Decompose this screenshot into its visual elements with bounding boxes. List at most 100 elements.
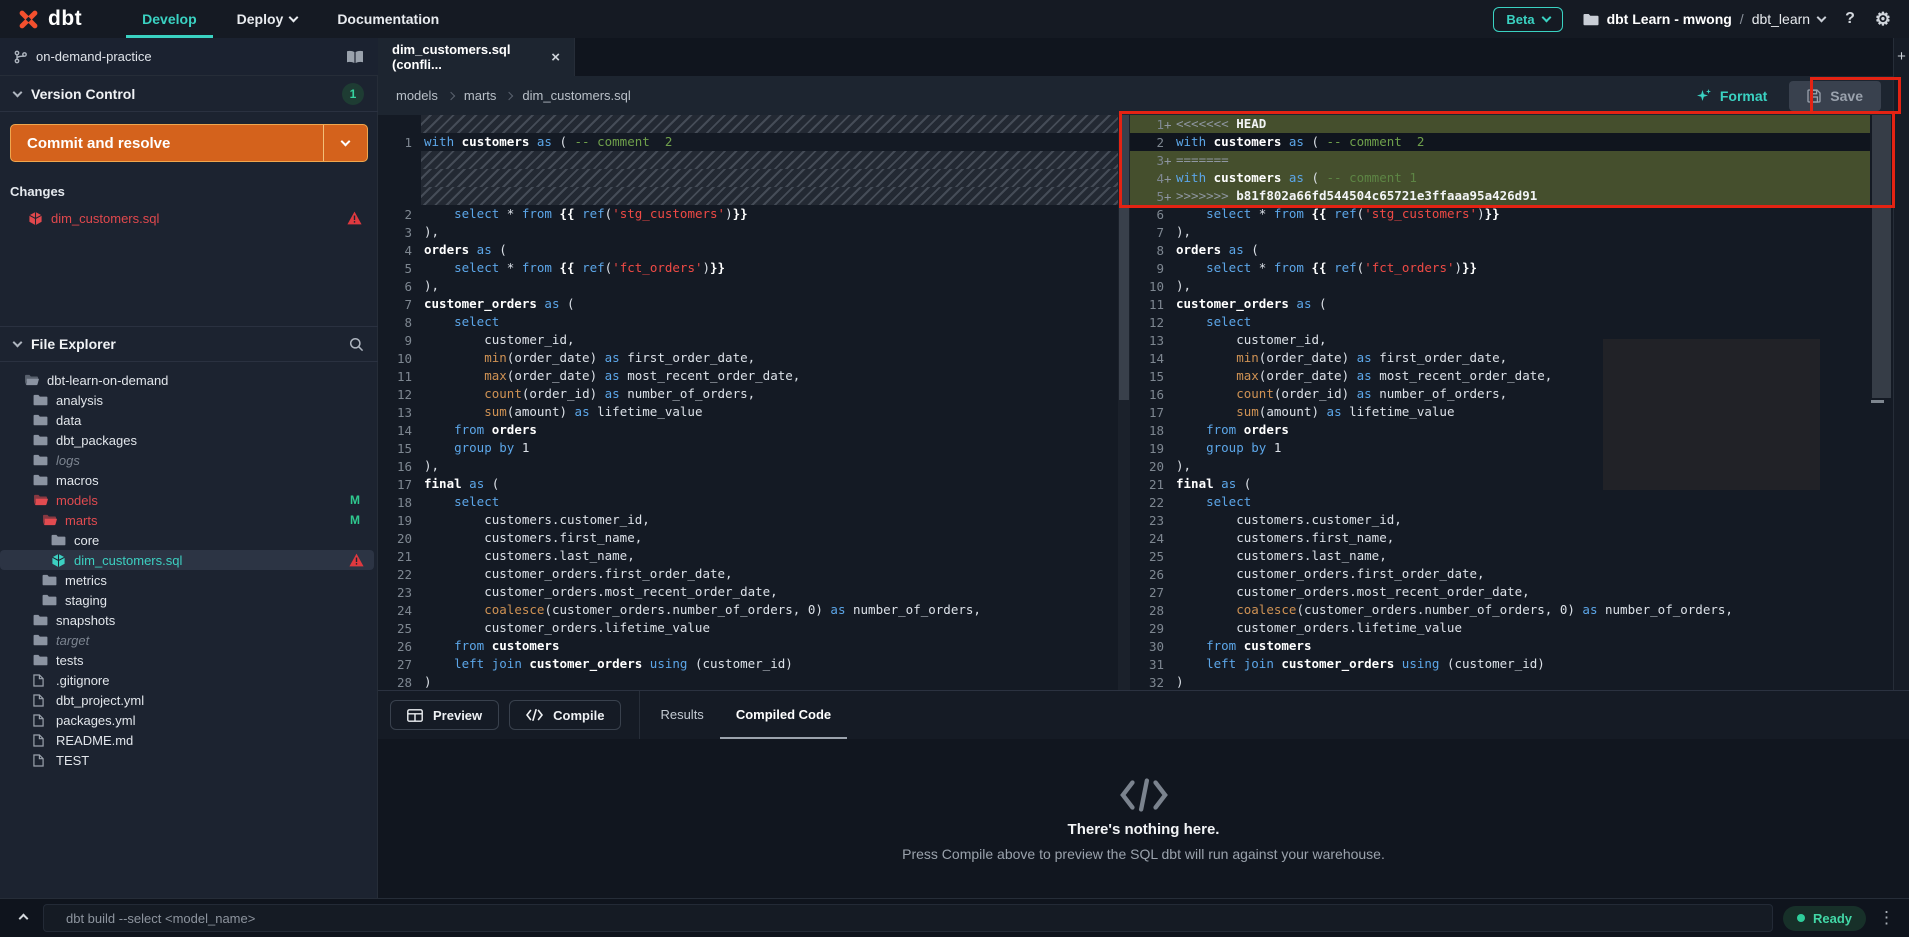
beta-selector[interactable]: Beta (1493, 7, 1562, 32)
code-line[interactable]: 28 coalesce(customer_orders.number_of_or… (1130, 601, 1893, 619)
tree-item-dbt-packages[interactable]: dbt_packages (0, 430, 378, 450)
compile-button[interactable]: Compile (509, 700, 621, 730)
tree-item-metrics[interactable]: metrics (0, 570, 378, 590)
code-line[interactable]: 14 from orders (378, 421, 1118, 439)
code-line[interactable]: 25 customers.last_name, (1130, 547, 1893, 565)
code-line[interactable]: 7customer_orders as ( (378, 295, 1118, 313)
code-line[interactable]: 12 count(order_id) as number_of_orders, (378, 385, 1118, 403)
code-line[interactable]: 3+======= (1130, 151, 1893, 169)
code-line[interactable]: 31 left join customer_orders using (cust… (1130, 655, 1893, 673)
code-line[interactable]: 15 group by 1 (378, 439, 1118, 457)
tree-item-models[interactable]: modelsM (0, 490, 378, 510)
file-explorer-header[interactable]: File Explorer (0, 326, 378, 362)
save-button[interactable]: Save (1789, 81, 1881, 111)
preview-button[interactable]: Preview (390, 700, 499, 730)
nav-item-deploy[interactable]: Deploy (221, 0, 314, 38)
tree-item-data[interactable]: data (0, 410, 378, 430)
code-line[interactable]: 8orders as ( (1130, 241, 1893, 259)
code-line[interactable]: 28) (378, 673, 1118, 690)
tree-item--gitignore[interactable]: .gitignore (0, 670, 378, 690)
code-line[interactable]: 27 left join customer_orders using (cust… (378, 655, 1118, 673)
breadcrumb-item[interactable]: dim_customers.sql (522, 88, 630, 103)
command-input[interactable] (43, 904, 1773, 932)
pane-scrollbar-left[interactable] (1118, 115, 1130, 690)
search-icon[interactable] (349, 337, 364, 352)
code-line[interactable]: 11customer_orders as ( (1130, 295, 1893, 313)
new-tab-plus-icon[interactable]: + (1894, 48, 1909, 65)
tree-item-core[interactable]: core (0, 530, 378, 550)
version-control-header[interactable]: Version Control 1 (0, 76, 378, 112)
tree-item-tests[interactable]: tests (0, 650, 378, 670)
code-line[interactable]: 23 customers.customer_id, (1130, 511, 1893, 529)
code-line[interactable]: 16), (378, 457, 1118, 475)
tree-item-dbt-project-yml[interactable]: dbt_project.yml (0, 690, 378, 710)
code-line[interactable]: 21 customers.last_name, (378, 547, 1118, 565)
code-line[interactable]: 1with customers as ( -- comment 2 (378, 133, 1118, 151)
breadcrumb-item[interactable]: marts (464, 88, 497, 103)
code-line[interactable]: 22 customer_orders.first_order_date, (378, 565, 1118, 583)
code-line[interactable]: 11 max(order_date) as most_recent_order_… (378, 367, 1118, 385)
pane-scrollbar-right[interactable] (1870, 115, 1893, 690)
code-line[interactable]: 7), (1130, 223, 1893, 241)
code-line[interactable]: 27 customer_orders.most_recent_order_dat… (1130, 583, 1893, 601)
code-line[interactable]: 2 select * from {{ ref('stg_customers')}… (378, 205, 1118, 223)
code-line[interactable]: 2with customers as ( -- comment 2 (1130, 133, 1893, 151)
format-button[interactable]: Format (1696, 88, 1767, 104)
code-line[interactable]: 8 select (378, 313, 1118, 331)
tree-item-readme-md[interactable]: README.md (0, 730, 378, 750)
editor-pane-current[interactable]: 1with customers as ( -- comment 2 2 selec… (378, 115, 1118, 690)
code-line[interactable]: 19 customers.customer_id, (378, 511, 1118, 529)
code-line[interactable]: 24 customers.first_name, (1130, 529, 1893, 547)
tree-item-marts[interactable]: martsM (0, 510, 378, 530)
chevron-up-icon[interactable] (19, 913, 29, 923)
account-project-selector[interactable]: dbt Learn - mwong / dbt_learn (1583, 11, 1826, 27)
tab-results[interactable]: Results (644, 691, 719, 739)
code-line[interactable]: 4orders as ( (378, 241, 1118, 259)
close-icon[interactable]: × (551, 49, 560, 66)
code-filler-line[interactable] (378, 115, 1118, 133)
tree-item-snapshots[interactable]: snapshots (0, 610, 378, 630)
code-line[interactable]: 24 coalesce(customer_orders.number_of_or… (378, 601, 1118, 619)
code-line[interactable]: 13 sum(amount) as lifetime_value (378, 403, 1118, 421)
tree-item-macros[interactable]: macros (0, 470, 378, 490)
dbt-logo[interactable]: dbt (0, 0, 100, 38)
code-line[interactable]: 29 customer_orders.lifetime_value (1130, 619, 1893, 637)
code-line[interactable]: 17final as ( (378, 475, 1118, 493)
code-filler-line[interactable] (378, 151, 1118, 169)
code-line[interactable]: 10 min(order_date) as first_order_date, (378, 349, 1118, 367)
tree-item-logs[interactable]: logs (0, 450, 378, 470)
code-line[interactable]: 6 select * from {{ ref('stg_customers')}… (1130, 205, 1893, 223)
breadcrumb-item[interactable]: models (396, 88, 438, 103)
settings-gear-icon[interactable]: ⚙ (1875, 9, 1891, 30)
code-line[interactable]: 5 select * from {{ ref('fct_orders')}} (378, 259, 1118, 277)
code-filler-line[interactable] (378, 169, 1118, 187)
code-line[interactable]: 10), (1130, 277, 1893, 295)
code-line[interactable]: 4+with customers as ( -- comment 1 (1130, 169, 1893, 187)
tree-item-test[interactable]: TEST (0, 750, 378, 770)
commit-and-resolve-button[interactable]: Commit and resolve (10, 124, 368, 162)
changed-file-row[interactable]: dim_customers.sql (10, 206, 368, 230)
code-line[interactable]: 18 select (378, 493, 1118, 511)
code-line[interactable]: 12 select (1130, 313, 1893, 331)
code-line[interactable]: 25 customer_orders.lifetime_value (378, 619, 1118, 637)
tree-item-analysis[interactable]: analysis (0, 390, 378, 410)
tree-item-dim-customers-sql[interactable]: dim_customers.sql (0, 550, 374, 570)
code-line[interactable]: 3), (378, 223, 1118, 241)
code-line[interactable]: 23 customer_orders.most_recent_order_dat… (378, 583, 1118, 601)
code-line[interactable]: 26 customer_orders.first_order_date, (1130, 565, 1893, 583)
code-line[interactable]: 32) (1130, 673, 1893, 690)
code-line[interactable]: 6), (378, 277, 1118, 295)
code-filler-line[interactable] (378, 187, 1118, 205)
tab-compiled-code[interactable]: Compiled Code (720, 691, 847, 739)
help-button[interactable]: ? (1845, 10, 1855, 28)
commit-dropdown-button[interactable] (323, 125, 367, 161)
tree-item-target[interactable]: target (0, 630, 378, 650)
code-line[interactable]: 22 select (1130, 493, 1893, 511)
code-line[interactable]: 26 from customers (378, 637, 1118, 655)
tree-item-dbt-learn-on-demand[interactable]: dbt-learn-on-demand (0, 370, 378, 390)
code-line[interactable]: 9 select * from {{ ref('fct_orders')}} (1130, 259, 1893, 277)
kebab-menu-icon[interactable]: ⋮ (1878, 908, 1895, 928)
nav-item-develop[interactable]: Develop (126, 0, 212, 38)
nav-item-documentation[interactable]: Documentation (321, 0, 455, 38)
code-line[interactable]: 1+<<<<<<< HEAD (1130, 115, 1893, 133)
